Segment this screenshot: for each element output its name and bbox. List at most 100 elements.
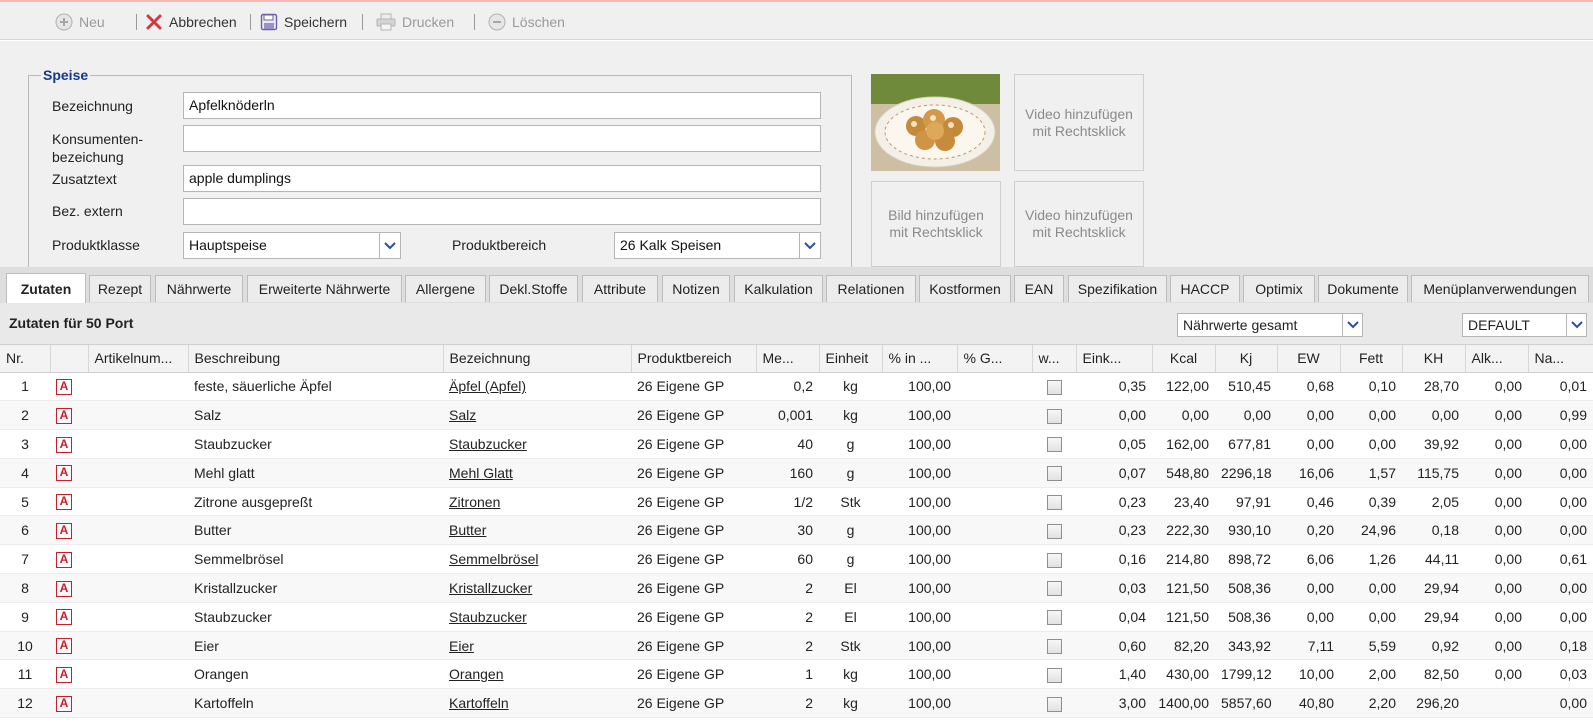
cell-icon[interactable]: A (50, 659, 88, 690)
table-row[interactable]: 4 A Mehl glatt Mehl Glatt 26 Eigene GP 160 g 10… (0, 458, 1593, 488)
add-video-slot-2[interactable]: Video hinzufügen mit Rechtsklick (1014, 181, 1144, 267)
bezeichnung-link[interactable]: Salz (449, 407, 476, 423)
cell-icon[interactable]: A (50, 372, 88, 402)
cell-icon[interactable]: A (50, 602, 88, 632)
col-beschreibung[interactable]: Beschreibung (188, 345, 444, 373)
row-checkbox[interactable] (1046, 466, 1062, 482)
bezeichnung-link[interactable]: Staubzucker (449, 436, 527, 452)
article-a-icon[interactable]: A (56, 609, 72, 626)
tab-rezept[interactable]: Rezept (89, 275, 151, 302)
bezeichnung-link[interactable]: Staubzucker (449, 609, 527, 625)
article-a-icon[interactable]: A (56, 379, 72, 396)
table-row[interactable]: 7 A Semmelbrösel Semmelbrösel 26 Eigene GP 60… (0, 544, 1593, 575)
row-checkbox[interactable] (1046, 552, 1062, 568)
cell-icon[interactable]: A (50, 573, 88, 603)
tab-zutaten[interactable]: Zutaten (6, 273, 86, 303)
table-row[interactable]: 10 A Eier Eier 26 Eigene GP 2 Stk 100,00 0,60 82,… (0, 631, 1593, 661)
article-a-icon[interactable]: A (56, 551, 72, 568)
col-prozent-in[interactable]: % in ... (882, 345, 958, 373)
bezeichnung-link[interactable]: Eier (449, 638, 474, 654)
table-row[interactable]: 8 A Kristallzucker Kristallzucker 26 Eigene … (0, 573, 1593, 603)
produktklasse-select[interactable]: Hauptspeise (183, 232, 401, 259)
profile-select[interactable]: DEFAULT (1462, 313, 1587, 337)
zusatztext-input[interactable]: apple dumplings (183, 165, 821, 192)
row-checkbox[interactable] (1046, 379, 1062, 395)
col-nr[interactable]: Nr. (0, 345, 51, 373)
cell-icon[interactable]: A (50, 458, 88, 488)
bezeichnung-link[interactable]: Zitronen (449, 494, 500, 510)
bezeichnung-link[interactable]: Orangen (449, 666, 503, 682)
col-menge[interactable]: Me... (756, 345, 820, 373)
article-a-icon[interactable]: A (56, 494, 72, 511)
tab-attribute[interactable]: Attribute (582, 275, 658, 302)
table-row[interactable]: 6 A Butter Butter 26 Eigene GP 30 g 100,00 0,23 2… (0, 515, 1593, 546)
bezeichnung-link[interactable]: Äpfel (Apfel) (449, 378, 526, 394)
chevron-down-icon[interactable] (799, 233, 820, 258)
col-icon[interactable] (50, 345, 89, 373)
row-checkbox[interactable] (1046, 523, 1062, 539)
col-natrium[interactable]: Na... (1528, 345, 1593, 373)
produktbereich-select[interactable]: 26 Kalk Speisen (614, 232, 821, 259)
col-bezeichnung[interactable]: Bezeichnung (443, 345, 632, 373)
tab-menueplanverwendungen[interactable]: Menüplanverwendungen (1411, 275, 1589, 302)
bezeichnung-link[interactable]: Mehl Glatt (449, 465, 513, 481)
table-row[interactable]: 2 A Salz Salz 26 Eigene GP 0,001 kg 100,00 0,00 0… (0, 400, 1593, 431)
dish-photo[interactable] (871, 74, 1000, 171)
cell-icon[interactable]: A (50, 544, 88, 575)
tab-naehrwerte[interactable]: Nährwerte (155, 275, 243, 302)
article-a-icon[interactable]: A (56, 407, 72, 424)
col-fett[interactable]: Fett (1340, 345, 1403, 373)
delete-button[interactable]: Löschen (488, 11, 565, 33)
tab-kalkulation[interactable]: Kalkulation (734, 275, 823, 302)
tab-ean[interactable]: EAN (1014, 275, 1064, 302)
bezeichnung-link[interactable]: Kristallzucker (449, 580, 532, 596)
row-checkbox[interactable] (1046, 437, 1062, 453)
tab-optimix[interactable]: Optimix (1243, 275, 1315, 302)
bezeichnung-link[interactable]: Butter (449, 522, 486, 538)
col-prozent-g[interactable]: % G... (957, 345, 1033, 373)
row-checkbox[interactable] (1046, 581, 1062, 597)
col-ew[interactable]: EW (1277, 345, 1341, 373)
bezextern-input[interactable] (183, 198, 821, 225)
article-a-icon[interactable]: A (56, 580, 72, 597)
col-w[interactable]: w... (1032, 345, 1077, 373)
bezeichnung-input[interactable]: Apfelknöderln (183, 92, 821, 119)
col-kh[interactable]: KH (1402, 345, 1466, 373)
chevron-down-icon[interactable] (1342, 314, 1362, 336)
row-checkbox[interactable] (1046, 494, 1062, 510)
tab-notizen[interactable]: Notizen (662, 275, 730, 302)
save-button[interactable]: Speichern (260, 11, 347, 33)
article-a-icon[interactable]: A (56, 695, 72, 712)
print-button[interactable]: Drucken (376, 11, 454, 33)
article-a-icon[interactable]: A (56, 638, 72, 655)
add-video-slot-1[interactable]: Video hinzufügen mit Rechtsklick (1014, 74, 1144, 171)
row-checkbox[interactable] (1046, 638, 1062, 654)
add-image-slot[interactable]: Bild hinzufügen mit Rechtsklick (871, 181, 1001, 267)
cell-icon[interactable]: A (50, 515, 88, 546)
table-row[interactable]: 1 Afeste, säuerliche Äpfel Äpfel (Apfel) 26… (0, 372, 1593, 402)
tab-kostformen[interactable]: Kostformen (919, 275, 1011, 302)
article-a-icon[interactable]: A (56, 523, 72, 540)
col-alkohol[interactable]: Alk... (1465, 345, 1529, 373)
tab-spezifikation[interactable]: Spezifikation (1068, 275, 1167, 302)
article-a-icon[interactable]: A (56, 667, 72, 684)
konsument-input[interactable] (183, 125, 821, 152)
bezeichnung-link[interactable]: Kartoffeln (449, 695, 509, 711)
col-kj[interactable]: Kj (1215, 345, 1278, 373)
cell-icon[interactable]: A (50, 400, 88, 431)
row-checkbox[interactable] (1046, 610, 1062, 626)
row-checkbox[interactable] (1046, 696, 1062, 712)
table-row[interactable]: 11 A Orangen Orangen 26 Eigene GP 1 kg 100,00 1,… (0, 659, 1593, 690)
table-row[interactable]: 12 A Kartoffeln Kartoffeln 26 Eigene GP 2 kg 10… (0, 688, 1593, 719)
cell-icon[interactable]: A (50, 688, 88, 719)
chevron-down-icon[interactable] (1566, 314, 1586, 336)
new-button[interactable]: Neu (55, 11, 105, 33)
article-a-icon[interactable]: A (56, 436, 72, 453)
tab-relationen[interactable]: Relationen (826, 275, 916, 302)
tab-haccp[interactable]: HACCP (1170, 275, 1240, 302)
col-artikelnummer[interactable]: Artikelnum... (88, 345, 189, 373)
col-produktbereich[interactable]: Produktbereich (631, 345, 757, 373)
chevron-down-icon[interactable] (379, 233, 400, 258)
tab-dekl-stoffe[interactable]: Dekl.Stoffe (489, 275, 578, 302)
tab-erweiterte-naehrwerte[interactable]: Erweiterte Nährwerte (247, 275, 402, 302)
